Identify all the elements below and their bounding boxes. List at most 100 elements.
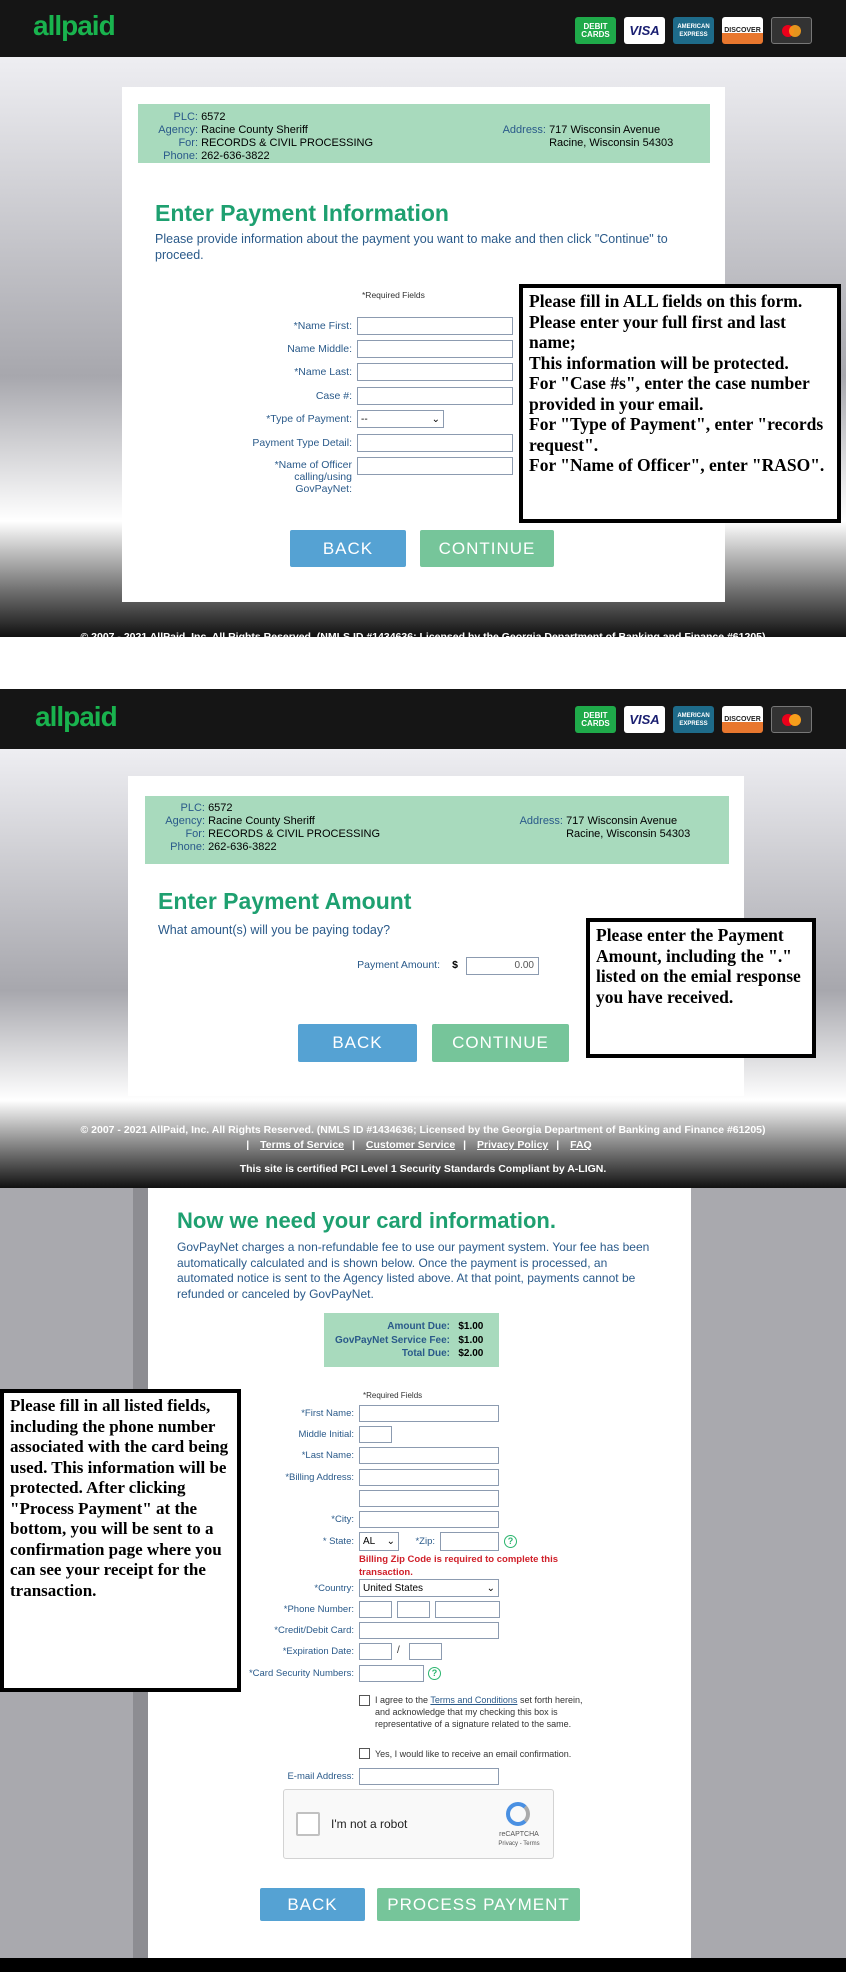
mastercard-icon [771,17,812,44]
name-first-label: *Name First: [293,320,352,332]
faq-link[interactable]: FAQ [570,646,592,658]
debit-card-icon: DEBIT CARDS [575,17,616,44]
name-middle-label: Name Middle: [287,343,352,355]
currency-symbol: $ [452,959,458,971]
middle-initial-input[interactable] [359,1426,392,1443]
address-label: Address: [519,815,563,827]
visa-icon: VISA [624,706,665,733]
case-number-input[interactable] [357,387,513,405]
address-line2: Racine, Wisconsin 54303 [549,137,674,149]
last-name-label: *Last Name: [301,1450,354,1461]
phone-value: 262-636-3822 [201,150,270,162]
state-select[interactable]: AL ⌄ [359,1532,399,1551]
payment-type-value: -- [361,413,368,425]
chevron-down-icon: ⌄ [386,1536,395,1547]
recaptcha-label: I'm not a robot [331,1817,408,1831]
instruction-note: Please enter the Payment Amount, includi… [586,918,816,1058]
total-due-label: Total Due: [401,1348,450,1359]
page-description: Please provide information about the pay… [155,232,668,262]
phone-prefix-input[interactable] [397,1601,430,1618]
copyright: © 2007 - 2021 AllPaid, Inc. All Rights R… [80,631,766,643]
privacy-link[interactable]: Privacy Policy [477,646,548,658]
page-title: Now we need your card information. [177,1208,556,1233]
middle-initial-label: Middle Initial: [298,1429,354,1440]
chevron-down-icon: ⌄ [431,413,440,425]
city-label: *City: [331,1514,354,1525]
back-button[interactable]: BACK [290,530,406,567]
expiration-year-input[interactable] [409,1643,442,1660]
faq-link[interactable]: FAQ [570,1139,592,1151]
country-select[interactable]: United States ⌄ [359,1579,499,1597]
city-input[interactable] [359,1511,499,1528]
phone-label: Phone: [170,841,205,853]
amount-due-label: Amount Due: [387,1321,450,1332]
footer: © 2007 - 2021 AllPaid, Inc. All Rights R… [0,1115,846,1188]
note-line: For "Name of Officer", enter "RASO". [529,455,825,475]
address-line2: Racine, Wisconsin 54303 [566,828,691,840]
first-name-label: *First Name: [301,1408,354,1419]
card-logos: DEBIT CARDS VISA AMERICAN EXPRESS DISCOV… [575,706,812,733]
discover-icon: DISCOVER [722,706,763,733]
for-value: RECORDS & CIVIL PROCESSING [201,137,374,149]
case-number-label: Case #: [315,390,352,402]
footer: © 2007 - 2021 AllPaid, Inc. All Rights R… [0,622,846,689]
payment-type-select[interactable]: -- ⌄ [357,410,444,428]
terms-link[interactable]: Terms of Service [260,1139,344,1151]
name-first-input[interactable] [357,317,513,335]
visa-icon: VISA [624,17,665,44]
help-icon[interactable]: ? [428,1667,441,1680]
debit-card-icon: DEBIT CARDS [575,706,616,733]
zip-input[interactable] [440,1532,499,1551]
expiration-month-input[interactable] [359,1643,392,1660]
csc-input[interactable] [359,1665,424,1682]
name-middle-input[interactable] [357,340,513,358]
card-number-input[interactable] [359,1622,499,1639]
continue-button[interactable]: CONTINUE [420,530,554,567]
privacy-link[interactable]: Privacy Policy [477,1139,548,1151]
csc-label: *Card Security Numbers: [248,1668,354,1679]
officer-name-input[interactable] [357,457,513,475]
first-name-input[interactable] [359,1405,499,1422]
agree-terms-checkbox[interactable] [359,1695,370,1706]
back-button[interactable]: BACK [260,1888,365,1921]
copyright: © 2007 - 2021 AllPaid, Inc. All Rights R… [80,1124,766,1136]
phone-area-input[interactable] [359,1601,392,1618]
phone-line-input[interactable] [435,1601,500,1618]
back-button[interactable]: BACK [298,1024,417,1062]
mastercard-icon [771,706,812,733]
billing-address-label: *Billing Address: [285,1472,354,1483]
customer-service-link[interactable]: Customer Service [366,1139,455,1151]
phone-label: Phone: [163,150,198,162]
address-line1: 717 Wisconsin Avenue [566,815,678,827]
email-input[interactable] [359,1768,499,1785]
terms-conditions-link[interactable]: Terms and Conditions [430,1695,517,1705]
pci-notice: This site is certified PCI Level 1 Secur… [239,1163,607,1175]
last-name-input[interactable] [359,1447,499,1464]
total-due-value: $2.00 [458,1348,484,1359]
billing-address-input[interactable] [359,1469,499,1486]
zip-label: *Zip: [415,1536,435,1547]
continue-button[interactable]: CONTINUE [432,1024,569,1062]
header: allpaid DEBIT CARDS VISA AMERICAN EXPRES… [0,0,846,57]
process-payment-button[interactable]: PROCESS PAYMENT [377,1888,580,1921]
header: allpaid DEBIT CARDS VISA AMERICAN EXPRES… [0,689,846,749]
allpaid-logo: allpaid [33,10,116,41]
customer-service-link[interactable]: Customer Service [366,646,455,658]
for-label: For: [178,137,198,149]
name-last-input[interactable] [357,363,513,381]
billing-address-line2-input[interactable] [359,1490,499,1507]
agency-value: Racine County Sheriff [201,124,308,136]
recaptcha-links[interactable]: Privacy - Terms [489,1841,549,1847]
help-icon[interactable]: ? [504,1535,517,1548]
pci-notice: This site is certified PCI Level 1 Secur… [239,670,607,682]
recaptcha-checkbox[interactable] [296,1812,320,1836]
payment-amount-input[interactable]: 0.00 [466,957,539,975]
payment-type-detail-input[interactable] [357,434,513,452]
terms-link[interactable]: Terms of Service [260,646,344,658]
discover-icon: DISCOVER [722,17,763,44]
service-fee-value: $1.00 [458,1334,484,1346]
email-confirmation-checkbox[interactable] [359,1748,370,1759]
agree-terms-text: I agree to the Terms and Conditions set … [375,1694,595,1730]
email-confirmation-text: Yes, I would like to receive an email co… [375,1749,572,1759]
note-line: This information will be protected. [529,352,789,373]
